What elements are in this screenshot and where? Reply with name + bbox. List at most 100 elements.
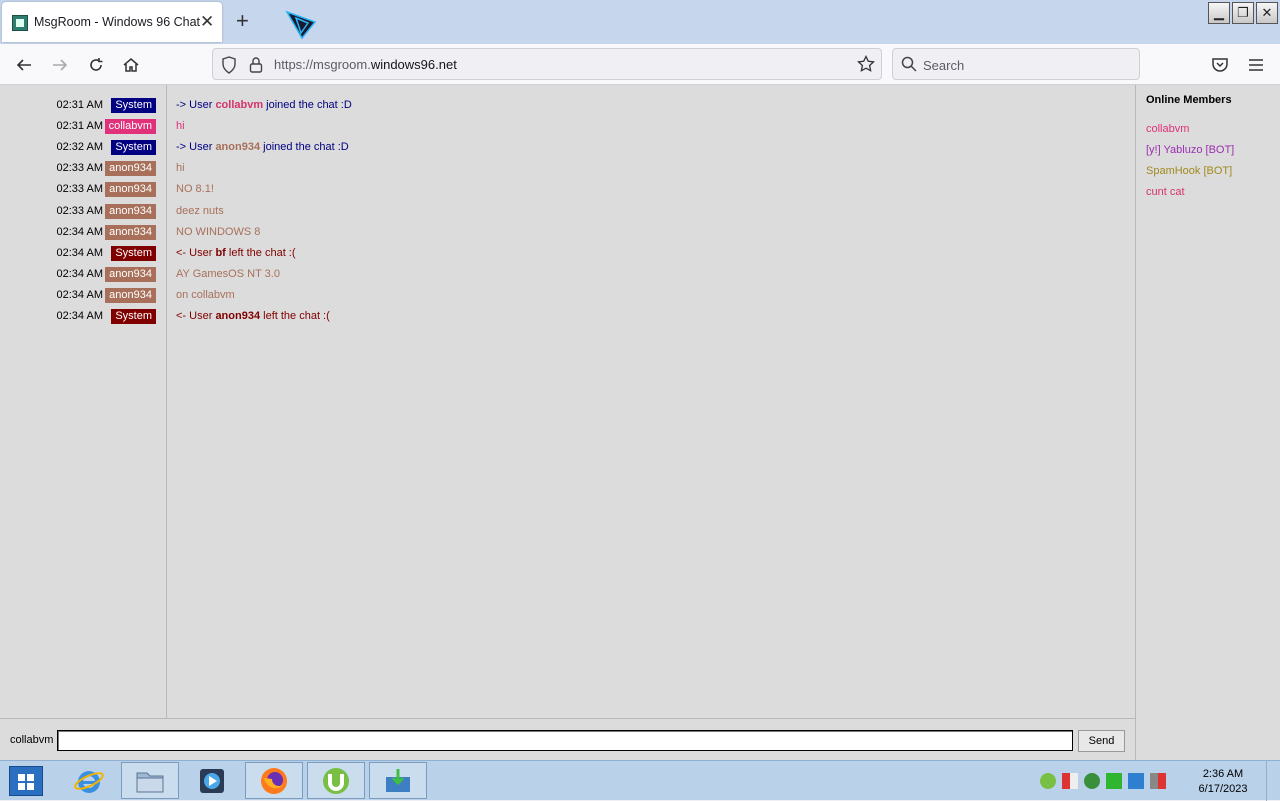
utorrent-icon[interactable] — [307, 762, 365, 799]
chat-message-row: 02:34 AM anon934 on collabvm — [0, 285, 1135, 306]
message-text-post: left the chat :( — [225, 246, 296, 259]
mentioned-username: bf — [215, 246, 226, 259]
user-badge[interactable]: System — [111, 245, 156, 261]
tab-close-icon[interactable]: ✕ — [200, 12, 214, 32]
user-badge[interactable]: anon934 — [105, 182, 156, 198]
user-badge[interactable]: anon934 — [105, 161, 156, 177]
chat-message-row: 02:33 AM anon934 NO 8.1! — [0, 179, 1135, 200]
start-button[interactable] — [9, 766, 43, 796]
message-text: on collabvm — [176, 289, 235, 301]
flag-tray-icon[interactable] — [1106, 773, 1122, 789]
menu-icon[interactable] — [1244, 53, 1268, 77]
message-text: -> User anon934 joined the chat :D — [176, 141, 349, 153]
network-monitor-tray-icon[interactable] — [1128, 773, 1144, 789]
search-bar[interactable]: Search — [892, 48, 1140, 80]
site-favicon-icon — [12, 15, 28, 31]
clock-time: 2:36 AM — [1202, 768, 1244, 780]
member-item[interactable]: collabvm — [1146, 123, 1189, 135]
message-text: NO 8.1! — [176, 183, 214, 195]
online-members-title: Online Members — [1146, 94, 1232, 106]
reload-icon[interactable] — [84, 53, 108, 77]
message-text-post: left the chat :( — [260, 310, 330, 322]
member-item[interactable]: cunt cat — [1146, 186, 1185, 198]
chat-message-row: 02:31 AM System -> User collabvm joined th… — [0, 95, 1135, 116]
message-timestamp: 02:31 AM — [56, 120, 103, 133]
message-timestamp: 02:34 AM — [56, 246, 103, 259]
message-text-pre: hi — [176, 162, 185, 175]
clock-date: 6/17/2023 — [1198, 783, 1248, 795]
user-badge[interactable]: System — [111, 140, 156, 156]
shield-icon[interactable] — [221, 56, 237, 79]
forward-icon[interactable] — [48, 53, 72, 77]
system-tray — [1040, 773, 1166, 789]
member-item[interactable]: SpamHook [BOT] — [1146, 165, 1232, 177]
message-text-pre: -> User — [176, 99, 216, 111]
message-text-post: joined the chat :D — [260, 141, 349, 154]
firefox-icon[interactable] — [245, 762, 303, 799]
url-text: https://msgroom.windows96.net — [274, 57, 457, 72]
user-badge[interactable]: anon934 — [105, 266, 156, 282]
window-close-icon[interactable]: ✕ — [1256, 2, 1278, 24]
window-controls: ▁ ❐ ✕ — [1208, 2, 1278, 24]
send-button[interactable]: Send — [1078, 730, 1125, 752]
tab-msgroom[interactable]: MsgRoom - Windows 96 Chat ✕ — [2, 2, 222, 42]
user-badge[interactable]: System — [111, 309, 156, 324]
message-text-pre: NO 8.1! — [176, 183, 214, 196]
chat-message-row: 02:33 AM anon934 hi — [0, 158, 1135, 179]
minimize-icon[interactable]: ▁ — [1208, 2, 1230, 24]
utorrent-tray-icon[interactable] — [1040, 773, 1056, 789]
message-timestamp: 02:33 AM — [56, 204, 103, 217]
chat-message-row: 02:31 AM collabvm hi — [0, 116, 1135, 137]
message-timestamp: 02:32 AM — [56, 141, 103, 154]
network-globe-tray-icon[interactable] — [1084, 773, 1100, 789]
chat-message-row: 02:34 AM anon934 NO WINDOWS 8 — [0, 222, 1135, 243]
message-text-pre: on collabvm — [176, 288, 235, 301]
extension-logo-icon[interactable] — [284, 8, 318, 40]
mentioned-username: anon934 — [215, 310, 261, 322]
show-desktop-button[interactable] — [1266, 761, 1280, 801]
message-text-pre: -> User — [176, 141, 216, 154]
user-badge[interactable]: System — [111, 98, 156, 113]
message-text-post: joined the chat :D — [263, 99, 352, 111]
back-icon[interactable] — [12, 53, 36, 77]
bookmark-star-icon[interactable] — [857, 54, 875, 78]
media-player-icon[interactable] — [183, 762, 241, 799]
nickname-label[interactable]: collabvm — [10, 734, 53, 746]
security-shield-tray-icon[interactable] — [1062, 773, 1078, 789]
navigation-toolbar: https://msgroom.windows96.net Search — [0, 44, 1280, 85]
message-text: -> User collabvm joined the chat :D — [176, 99, 352, 111]
user-badge[interactable]: anon934 — [105, 287, 156, 303]
browser-tab-strip: MsgRoom - Windows 96 Chat ✕ + ▁ ❐ ✕ — [0, 0, 1280, 44]
user-badge[interactable]: collabvm — [104, 119, 156, 135]
message-text-pre: <- User — [176, 310, 216, 322]
search-icon — [901, 56, 917, 77]
file-explorer-icon[interactable] — [121, 762, 179, 799]
member-item[interactable]: [y!] Yabluzo [BOT] — [1146, 144, 1234, 156]
internet-explorer-icon[interactable] — [60, 762, 118, 799]
address-bar[interactable]: https://msgroom.windows96.net — [212, 48, 882, 80]
message-text-pre: NO WINDOWS 8 — [176, 225, 261, 238]
message-timestamp: 02:34 AM — [56, 225, 103, 238]
volume-muted-icon[interactable] — [1150, 773, 1166, 789]
message-input[interactable] — [57, 730, 1073, 751]
mentioned-username: collabvm — [215, 99, 264, 111]
message-timestamp: 02:34 AM — [56, 288, 103, 301]
lock-icon[interactable] — [249, 56, 263, 79]
message-text-pre: <- User — [176, 246, 216, 259]
message-text: hi — [176, 162, 185, 174]
user-badge[interactable]: anon934 — [105, 203, 156, 219]
downloader-icon[interactable] — [369, 762, 427, 799]
home-icon[interactable] — [119, 53, 143, 77]
pocket-icon[interactable] — [1208, 53, 1232, 77]
user-badge[interactable]: anon934 — [105, 224, 156, 240]
url-host: windows96.net — [370, 57, 457, 72]
new-tab-icon[interactable]: + — [236, 10, 249, 32]
message-text: <- User anon934 left the chat :( — [176, 310, 330, 322]
chat-message-row: 02:34 AM System <- User anon934 left the c… — [0, 306, 1135, 327]
message-text: AY GamesOS NT 3.0 — [176, 268, 280, 280]
mentioned-username: anon934 — [215, 141, 261, 154]
restore-icon[interactable]: ❐ — [1232, 2, 1254, 24]
message-text: hi — [176, 120, 185, 132]
taskbar-clock[interactable]: 2:36 AM 6/17/2023 — [1190, 767, 1256, 797]
message-timestamp: 02:31 AM — [56, 99, 103, 111]
